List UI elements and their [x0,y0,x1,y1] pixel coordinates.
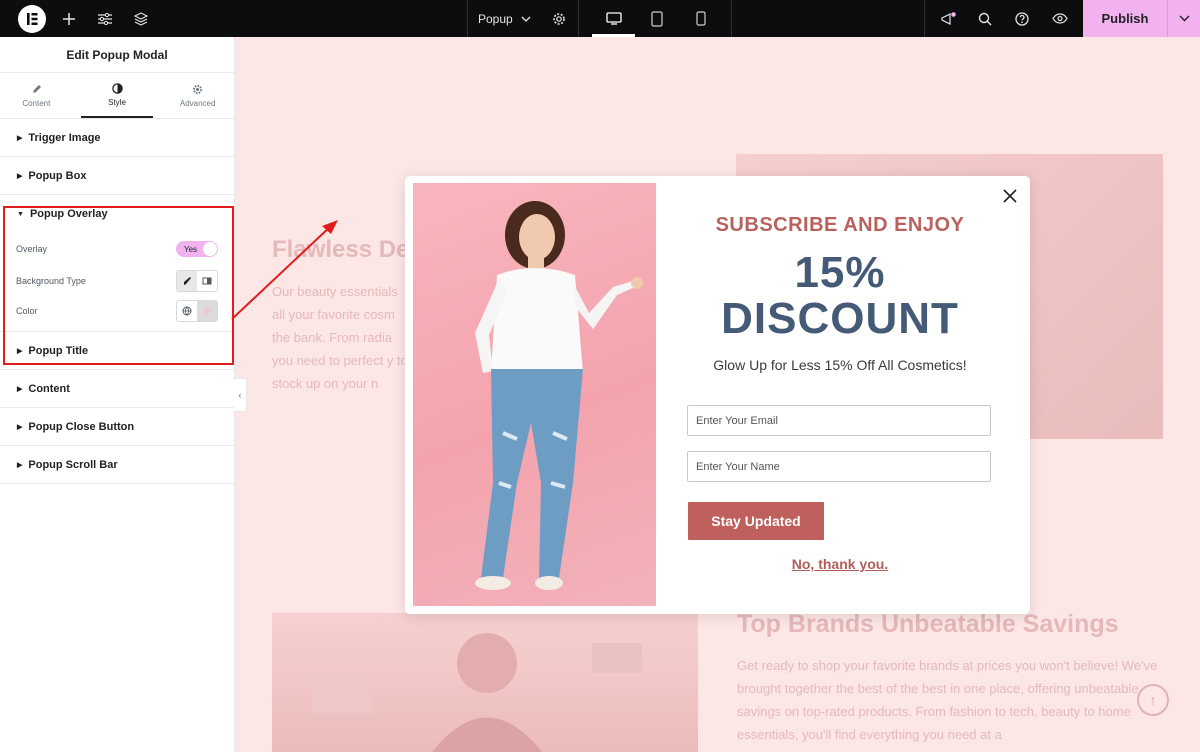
caret-right-icon: ▶ [17,172,23,180]
discount-word: DISCOUNT [721,294,959,343]
help-icon[interactable] [1011,0,1033,37]
section-label: Popup Close Button [28,420,135,433]
color-picker-group [176,300,218,322]
section-label: Popup Overlay [29,208,108,220]
popup-subtitle: SUBSCRIBE AND ENJOY [715,214,965,236]
name-field[interactable] [687,451,991,482]
panel-tabs: Content Style Advanced [0,73,234,119]
tab-content[interactable]: Content [0,73,73,118]
preview-eye-icon[interactable] [1049,0,1071,37]
popup-title: 15% DISCOUNT [655,250,1025,342]
elementor-logo-icon[interactable] [18,5,46,33]
chevron-down-icon [521,16,531,22]
section-popup-title[interactable]: ▶ Popup Title [0,332,234,370]
overlay-control: Overlay Yes [0,233,234,265]
editor-panel: Edit Popup Modal Content Style Advanced … [0,37,235,752]
add-element-icon[interactable] [58,0,80,37]
section-label: Trigger Image [28,131,101,144]
pencil-icon [32,84,41,93]
mobile-view-icon[interactable] [690,0,712,37]
document-selector[interactable]: Popup [478,0,538,37]
search-icon[interactable] [974,0,996,37]
panel-title: Edit Popup Modal [0,37,234,73]
desktop-view-icon[interactable] [603,0,625,37]
red-arrow-annotation [231,220,338,320]
brush-classic-icon[interactable] [177,271,197,291]
color-swatch[interactable] [197,301,217,321]
section-content[interactable]: ▶ Content [0,370,234,408]
section-label: Popup Title [28,344,89,357]
top-toolbar: Popup Publish [0,0,1200,37]
background-shopping-image [272,613,698,752]
scroll-to-top-arrow-icon[interactable]: ↑ [1137,684,1169,716]
publish-options-chevron-icon[interactable] [1167,0,1200,37]
email-field[interactable] [687,405,991,436]
background-type-control: Background Type [0,265,234,297]
toggle-knob [203,242,217,256]
document-label: Popup [478,11,513,26]
section-trigger-image[interactable]: ▶ Trigger Image [0,119,234,157]
section-popup-close-button[interactable]: ▶ Popup Close Button [0,408,234,446]
color-control: Color [0,297,234,331]
tab-advanced[interactable]: Advanced [161,73,234,118]
caret-right-icon: ▶ [17,461,23,469]
decline-link[interactable]: No, thank you. [655,556,1025,572]
gradient-icon[interactable] [197,271,217,291]
publish-button[interactable]: Publish [1083,0,1167,37]
notifications-megaphone-icon[interactable] [937,0,959,37]
background-paragraph: Get ready to shop your favorite brands a… [737,658,1158,742]
tablet-view-icon[interactable] [646,0,668,37]
model-photo [413,183,656,606]
caret-right-icon: ▶ [17,423,23,431]
tab-advanced-label: Advanced [179,98,216,108]
active-view-indicator [592,34,635,37]
section-label: Popup Scroll Bar [28,458,118,471]
overlay-toggle[interactable]: Yes [176,241,218,257]
overlay-toggle-value: Yes [184,244,198,254]
layers-icon[interactable] [130,0,152,37]
section-popup-scroll-bar[interactable]: ▶ Popup Scroll Bar [0,446,234,484]
tab-style[interactable]: Style [80,73,154,118]
close-icon[interactable] [1000,186,1020,206]
tab-style-label: Style [108,97,126,107]
stay-updated-button[interactable]: Stay Updated [688,502,824,540]
site-settings-icon[interactable] [94,0,116,37]
caret-down-icon: ▼ [17,210,24,218]
popup-description: Glow Up for Less 15% Off All Cosmetics! [713,357,967,373]
caret-right-icon: ▶ [17,385,23,393]
caret-right-icon: ▶ [17,134,23,142]
collapse-panel-chevron-icon[interactable]: ‹ [234,378,247,412]
background-heading: Top Brands Unbeatable Savings [737,610,1119,638]
popup-modal: SUBSCRIBE AND ENJOY 15% DISCOUNT Glow Up… [405,176,1030,614]
discount-percentage: 15% [794,248,886,297]
section-popup-overlay-expanded: ▼ Popup Overlay Overlay Yes Background Ty… [0,195,234,332]
half-circle-contrast-icon [111,82,123,94]
tab-content-label: Content [22,98,51,108]
section-popup-overlay[interactable]: ▼ Popup Overlay [0,195,234,233]
section-popup-box[interactable]: ▶ Popup Box [0,157,234,195]
overlay-label: Overlay [16,244,48,254]
gear-icon [193,84,203,94]
color-label: Color [16,306,38,316]
page-settings-gear-icon[interactable] [548,0,570,37]
global-colors-globe-icon[interactable] [177,301,197,321]
section-label: Popup Box [28,169,87,182]
section-label: Content [28,382,70,395]
background-type-choices [176,270,218,292]
background-type-label: Background Type [16,276,86,286]
caret-right-icon: ▶ [17,347,23,355]
